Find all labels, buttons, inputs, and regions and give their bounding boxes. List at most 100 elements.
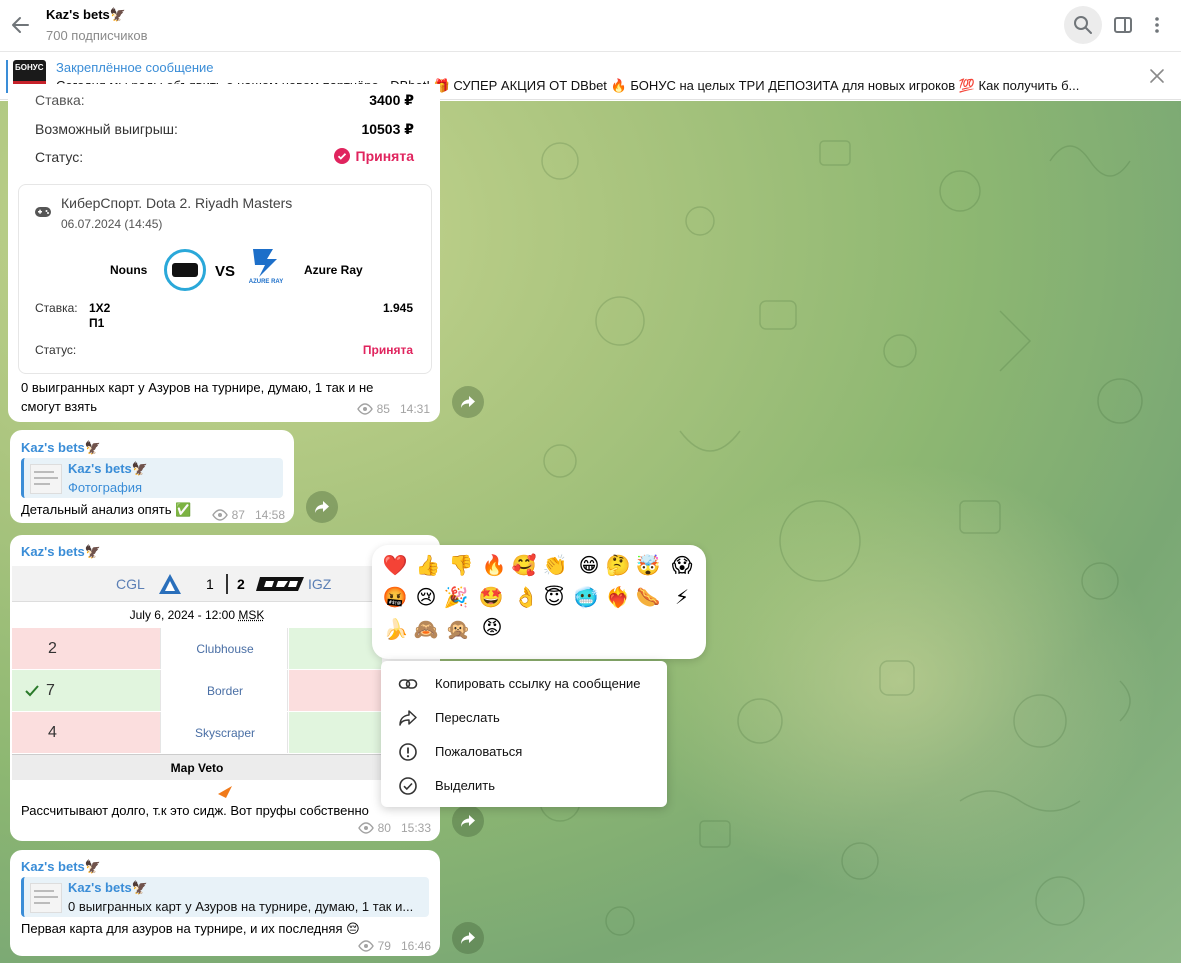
reaction-scream[interactable]: 😱 (668, 551, 696, 579)
pinned-thumb-text: БОНУС (15, 63, 44, 72)
more-button[interactable] (1138, 6, 1176, 44)
menu-copy-link[interactable]: Копировать ссылку на сообщение (381, 667, 667, 701)
reaction-heart-fire[interactable]: ❤‍🔥 (604, 583, 632, 611)
map-row: 2 Clubhouse (12, 628, 382, 669)
win-label: Возможный выигрыш: (35, 121, 178, 137)
map-name: Skyscraper (194, 726, 256, 740)
view-count: 85 (376, 402, 390, 416)
report-icon (399, 743, 417, 761)
message-author[interactable]: Kaz's bets🦅 (21, 440, 101, 456)
reaction-heart[interactable]: ❤️ (381, 551, 409, 579)
share-arrow-icon (461, 815, 475, 827)
reaction-cursing[interactable]: 🤬 (381, 583, 409, 611)
message-meta: 85 14:31 (356, 402, 430, 416)
message-bet-slip[interactable]: Ставка: 3400 ₽ Возможный выигрыш: 10503 … (8, 84, 440, 422)
menu-label: Выделить (435, 778, 495, 793)
menu-label: Копировать ссылку на сообщение (435, 676, 641, 691)
map-score: 4 (48, 724, 57, 741)
forward-button[interactable] (452, 922, 484, 954)
match-datetime: July 6, 2024 - 12:00 MSK (12, 603, 382, 627)
event-name: КиберСпорт. Dota 2. Riyadh Masters (61, 195, 293, 211)
message-first-map[interactable]: Kaz's bets🦅 Kaz's bets🦅 0 выигранных кар… (10, 850, 440, 956)
status-value: Принята (355, 148, 415, 164)
bet-label: Ставка: (35, 301, 78, 315)
reaction-clap[interactable]: 👏 (541, 551, 569, 579)
team1-logo (159, 574, 181, 594)
win-value: 10503 ₽ (361, 121, 414, 137)
team1-name: Nouns (110, 263, 148, 277)
reaction-love[interactable]: 🥰 (510, 551, 538, 579)
event-date: 06.07.2024 (14:45) (61, 217, 163, 231)
reaction-lightning[interactable]: ⚡ (668, 583, 696, 611)
reaction-angry[interactable]: 😡 (478, 613, 506, 641)
team2-name: Azure Ray (304, 263, 363, 277)
bet-card: КиберСпорт. Dota 2. Riyadh Masters 06.07… (18, 184, 432, 374)
message-meta: 79 16:46 (357, 939, 431, 953)
reaction-see-no-evil[interactable]: 🙈 (412, 615, 440, 643)
views-eye-icon (356, 403, 373, 415)
share-arrow-icon (461, 932, 475, 944)
pinned-label: Закреплённое сообщение (56, 60, 214, 75)
back-button[interactable] (8, 12, 34, 38)
reaction-party[interactable]: 🎉 (442, 583, 470, 611)
reply-quote[interactable]: Kaz's bets🦅 0 выигранных карт у Азуров н… (21, 877, 429, 917)
forward-button[interactable] (452, 386, 484, 418)
quote-author: Kaz's bets🦅 (68, 880, 148, 895)
match-timezone: MSK (238, 608, 265, 622)
reaction-banana[interactable]: 🍌 (382, 615, 410, 643)
reaction-fire[interactable]: 🔥 (480, 551, 508, 579)
reaction-speak-no-evil[interactable]: 🙊 (444, 615, 472, 643)
message-text: Рассчитывают долго, т.к это сидж. Вот пр… (21, 803, 369, 818)
map-score: 7 (46, 682, 55, 699)
views-eye-icon (211, 509, 228, 521)
quote-text: Фотография (68, 480, 143, 495)
message-time: 14:58 (254, 508, 285, 522)
menu-select[interactable]: Выделить (381, 769, 667, 803)
reaction-ok-hand[interactable]: 👌 (512, 583, 540, 611)
bet-market: 1X2 (89, 301, 111, 315)
view-count: 87 (231, 508, 245, 522)
reaction-thumbs-up[interactable]: 👍 (414, 551, 442, 579)
message-author[interactable]: Kaz's bets🦅 (21, 544, 101, 560)
reaction-thumbs-down[interactable]: 👎 (447, 551, 475, 579)
menu-report[interactable]: Пожаловаться (381, 735, 667, 769)
message-author[interactable]: Kaz's bets🦅 (21, 859, 101, 875)
subscriber-count: 700 подписчиков (46, 28, 148, 43)
check-circle-icon (333, 148, 350, 164)
menu-forward[interactable]: Переслать (381, 701, 667, 735)
win-check-icon (25, 685, 39, 697)
reply-quote[interactable]: Kaz's bets🦅 Фотография (21, 458, 283, 498)
message-analysis[interactable]: Kaz's bets🦅 Kaz's bets🦅 Фотография Детал… (10, 430, 294, 523)
match-date: July 6, 2024 - 12:00 (129, 608, 236, 622)
reaction-angel[interactable]: 😇 (540, 583, 568, 611)
team1-logo (164, 249, 206, 291)
reaction-hotdog[interactable]: 🌭 (634, 583, 662, 611)
sidebar-toggle-icon (1114, 17, 1132, 33)
message-text: Детальный анализ опять ✅ (21, 502, 192, 517)
reaction-thinking[interactable]: 🤔 (604, 551, 632, 579)
veto-logo (218, 786, 232, 798)
reaction-grin[interactable]: 😁 (575, 551, 603, 579)
map-name: Clubhouse (196, 642, 254, 656)
message-time: 15:33 (400, 821, 431, 835)
sidebar-toggle-button[interactable] (1104, 6, 1142, 44)
message-meta: 80 15:33 (357, 821, 431, 835)
team1-score: 1 (206, 576, 214, 592)
map-row: 4 Skyscraper (12, 712, 382, 753)
forward-button[interactable] (306, 491, 338, 523)
reaction-sad[interactable]: 😢 (412, 583, 440, 611)
card-status-label: Статус: (35, 343, 77, 357)
team2-logo (256, 577, 304, 591)
reaction-mind-blown[interactable]: 🤯 (634, 551, 662, 579)
close-pinned-button[interactable] (1147, 66, 1167, 86)
view-count: 80 (377, 821, 391, 835)
match-screenshot[interactable]: CGL 1 2 IGZ July 6, 2024 - 12:00 MSK 2 C… (12, 566, 382, 802)
map-name: Border (206, 684, 244, 698)
search-button[interactable] (1064, 6, 1102, 44)
forward-button[interactable] (452, 805, 484, 837)
reaction-cold[interactable]: 🥶 (572, 583, 600, 611)
channel-title[interactable]: Kaz's bets🦅 (46, 7, 126, 23)
message-context-menu: Копировать ссылку на сообщение Переслать… (381, 661, 667, 807)
reaction-star-struck[interactable]: 🤩 (477, 583, 505, 611)
views-eye-icon (357, 822, 374, 834)
